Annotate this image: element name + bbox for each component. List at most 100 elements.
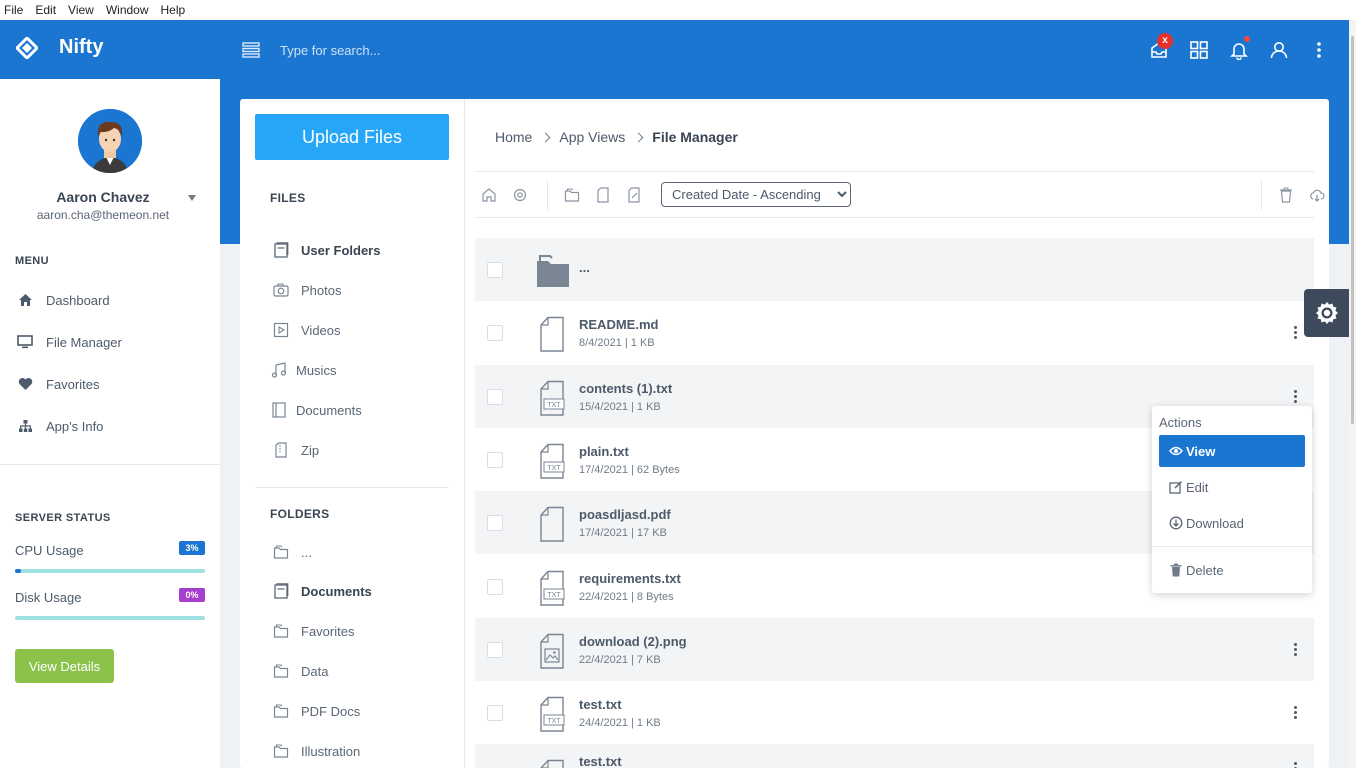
edit-icon — [1169, 480, 1183, 494]
files-item-musics[interactable]: Musics — [270, 360, 336, 380]
folders-item-label: Data — [301, 663, 329, 679]
row-checkbox[interactable] — [487, 705, 503, 721]
action-download[interactable]: Download — [1159, 507, 1305, 539]
caret-down-icon[interactable] — [188, 195, 196, 201]
sort-select[interactable]: Created Date - Ascending — [661, 182, 851, 207]
action-edit[interactable]: Edit — [1159, 471, 1305, 503]
more-vertical-icon[interactable] — [1289, 641, 1301, 659]
sidebar-item-apps-info[interactable]: App's Info — [16, 416, 103, 436]
trash-icon[interactable] — [1278, 187, 1294, 203]
settings-tab[interactable] — [1304, 289, 1349, 337]
scrollbar-thumb[interactable] — [1351, 36, 1354, 424]
file-meta: 17/4/2021 | 17 KB — [579, 527, 667, 539]
file-name[interactable]: README.md — [579, 317, 658, 332]
bell-icon[interactable] — [1229, 40, 1249, 60]
folder-filled-icon — [537, 255, 569, 287]
row-checkbox[interactable] — [487, 452, 503, 468]
files-item-label: Documents — [296, 402, 362, 418]
more-vertical-icon[interactable] — [1289, 760, 1301, 768]
upload-files-button[interactable]: Upload Files — [255, 114, 449, 160]
user-name[interactable]: Aaron Chavez — [0, 189, 206, 205]
breadcrumb-current: File Manager — [652, 129, 738, 145]
folders-item-up[interactable]: ... — [272, 542, 312, 562]
sidebar-item-file-manager[interactable]: File Manager — [16, 332, 122, 352]
menu-help[interactable]: Help — [161, 3, 186, 17]
more-vertical-icon[interactable] — [1289, 388, 1301, 406]
user-email: aaron.cha@themeon.net — [36, 208, 170, 222]
file-name[interactable]: test.txt — [579, 754, 622, 768]
menu-toggle-icon[interactable] — [242, 42, 260, 58]
camera-icon — [273, 283, 289, 297]
files-item-label: Photos — [301, 282, 342, 298]
home-outline-icon[interactable] — [481, 187, 497, 203]
file-icon — [540, 506, 564, 542]
cloud-download-icon[interactable] — [1309, 187, 1325, 203]
folders-item-documents[interactable]: Documents — [272, 581, 372, 601]
search-input[interactable] — [272, 38, 572, 62]
view-details-button[interactable]: View Details — [15, 649, 114, 683]
folders-item-favorites[interactable]: Favorites — [272, 621, 354, 641]
trash-icon — [1170, 563, 1182, 577]
more-vertical-icon[interactable] — [1289, 704, 1301, 722]
files-item-videos[interactable]: Videos — [272, 320, 341, 340]
breadcrumb-home[interactable]: Home — [495, 129, 532, 145]
breadcrumb-app-views[interactable]: App Views — [559, 129, 625, 145]
folders-item-pdf-docs[interactable]: PDF Docs — [272, 701, 360, 721]
files-item-user-folders[interactable]: User Folders — [272, 240, 380, 260]
menu-window[interactable]: Window — [106, 3, 149, 17]
more-vertical-icon[interactable] — [1309, 40, 1329, 60]
file-row[interactable]: test.txt — [475, 744, 1314, 768]
files-item-zip[interactable]: Zip — [272, 440, 319, 460]
sidebar-item-favorites[interactable]: Favorites — [16, 374, 99, 394]
file-row[interactable]: TXT test.txt 24/4/2021 | 1 KB — [475, 681, 1314, 744]
menu-edit[interactable]: Edit — [35, 3, 56, 17]
row-checkbox[interactable] — [487, 579, 503, 595]
file-name[interactable]: download (2).png — [579, 634, 687, 649]
sidebar-item-dashboard[interactable]: Dashboard — [16, 290, 110, 310]
files-item-photos[interactable]: Photos — [272, 280, 341, 300]
brand[interactable]: Nifty — [16, 36, 103, 59]
row-checkbox[interactable] — [487, 389, 503, 405]
row-checkbox[interactable] — [487, 515, 503, 531]
nifty-logo-icon — [16, 36, 38, 59]
download-circle-icon — [1169, 516, 1183, 530]
file-name[interactable]: test.txt — [579, 697, 622, 712]
disk-usage-bar — [15, 616, 205, 620]
folders-item-illustration[interactable]: Illustration — [272, 741, 360, 761]
action-view[interactable]: View — [1159, 435, 1305, 467]
row-checkbox[interactable] — [487, 642, 503, 658]
sidebar-item-label: Dashboard — [46, 292, 110, 308]
avatar[interactable] — [78, 109, 142, 173]
user-icon[interactable] — [1269, 40, 1289, 60]
actions-title: Actions — [1159, 415, 1202, 430]
row-checkbox[interactable] — [487, 262, 503, 278]
file-name[interactable]: contents (1).txt — [579, 381, 672, 396]
file-meta: 17/4/2021 | 62 Bytes — [579, 464, 680, 476]
files-item-label: Musics — [296, 362, 337, 378]
grid-icon[interactable] — [1189, 40, 1209, 60]
music-icon — [271, 362, 287, 378]
page-scrollbar[interactable] — [1349, 20, 1356, 768]
sidebar-item-label: App's Info — [46, 418, 104, 434]
row-checkbox[interactable] — [487, 325, 503, 341]
menu-view[interactable]: View — [68, 3, 94, 17]
file-row[interactable]: README.md 8/4/2021 | 1 KB — [475, 301, 1314, 364]
file-name[interactable]: ... — [579, 260, 590, 275]
folders-item-data[interactable]: Data — [272, 661, 328, 681]
action-delete[interactable]: Delete — [1159, 554, 1305, 586]
edit-file-icon[interactable] — [626, 187, 642, 203]
more-vertical-icon[interactable] — [1289, 324, 1301, 342]
file-name[interactable]: poasdljasd.pdf — [579, 507, 671, 522]
divider — [1261, 180, 1262, 210]
file-row[interactable]: download (2).png 22/4/2021 | 7 KB — [475, 618, 1314, 681]
file-name[interactable]: requirements.txt — [579, 571, 681, 586]
menu-file[interactable]: File — [4, 3, 23, 17]
refresh-icon[interactable] — [512, 187, 528, 203]
file-row[interactable]: ... — [475, 238, 1314, 301]
files-item-documents[interactable]: Documents — [270, 400, 362, 420]
new-file-icon[interactable] — [595, 187, 611, 203]
brand-name: Nifty — [59, 36, 104, 58]
new-folder-icon[interactable] — [564, 187, 580, 203]
cpu-usage-label: CPU Usage — [15, 543, 84, 558]
file-name[interactable]: plain.txt — [579, 444, 629, 459]
